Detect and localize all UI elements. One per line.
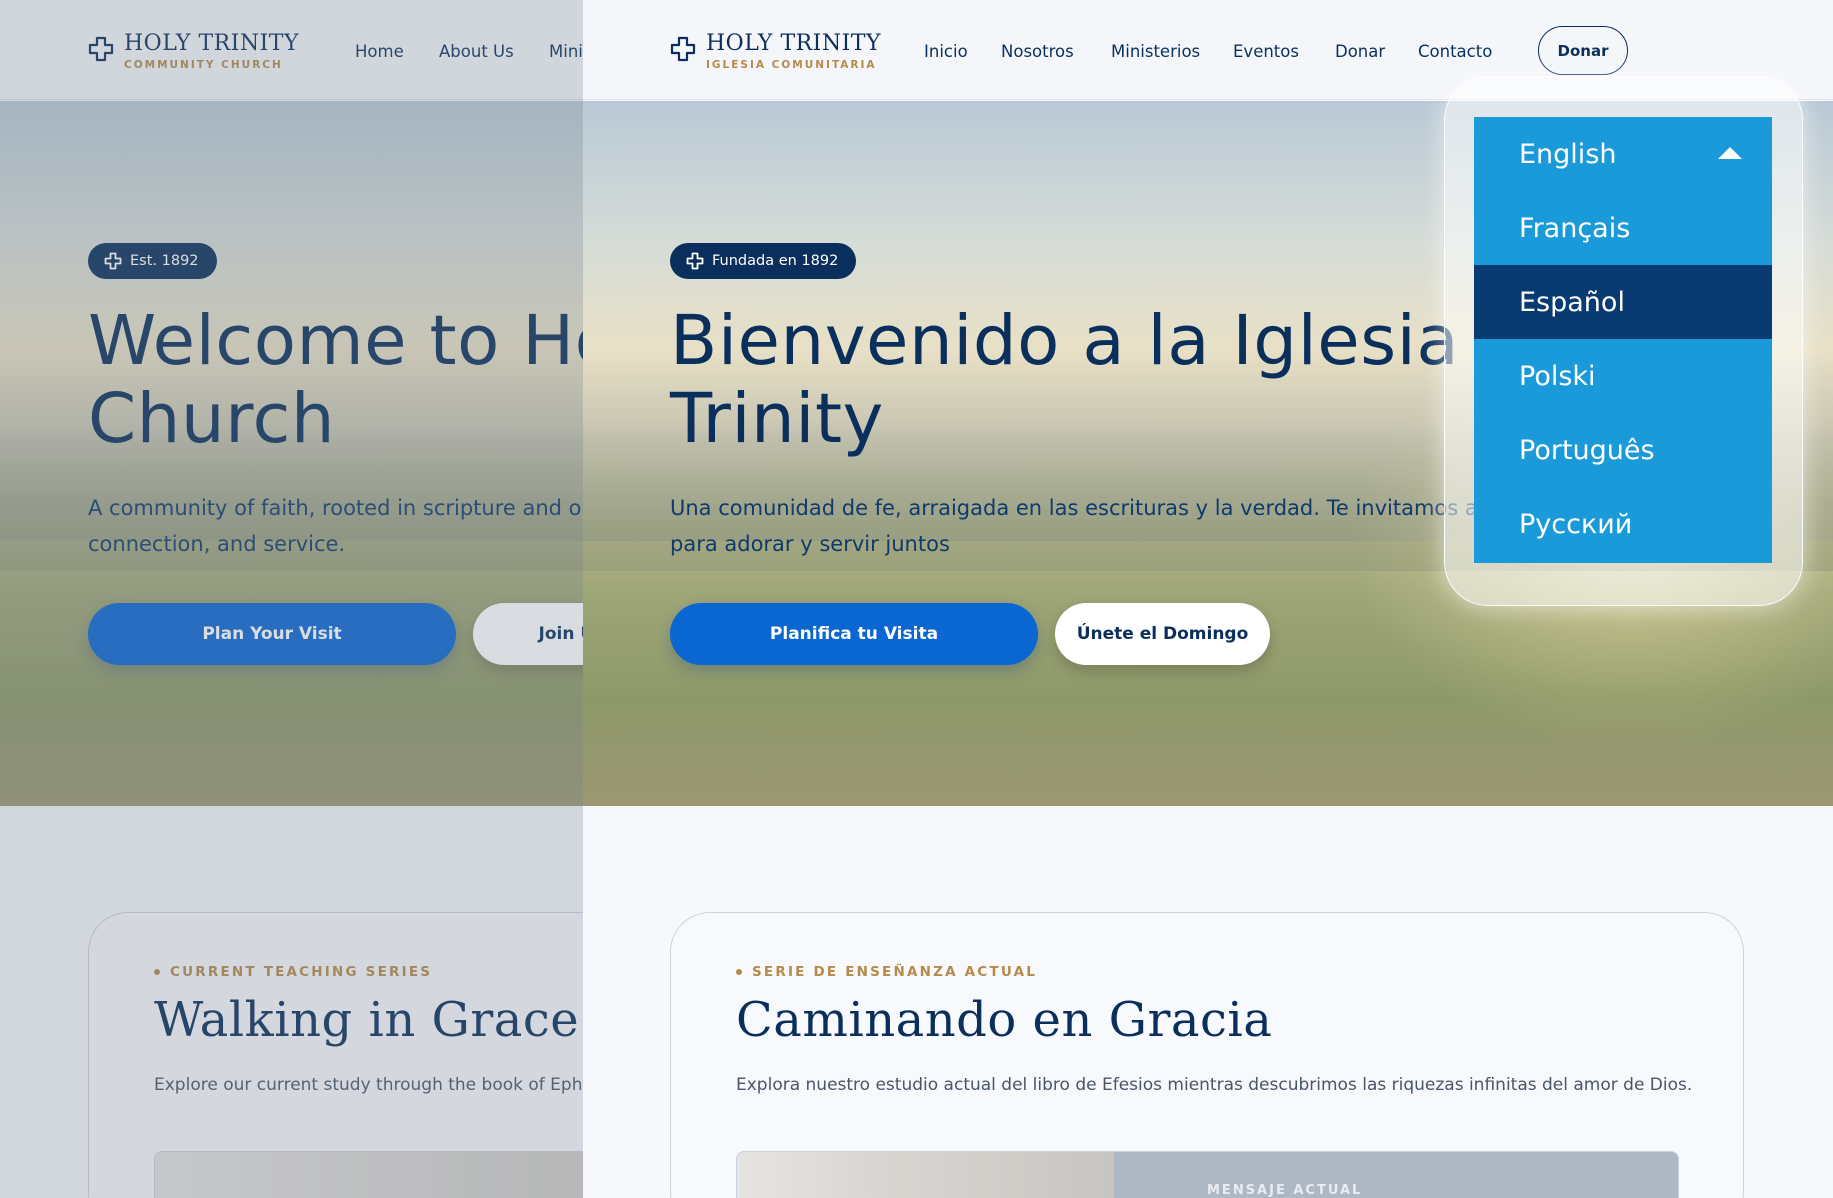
badge-text: Fundada en 1892 <box>712 253 839 269</box>
series-title: Walking in Grace <box>154 992 580 1048</box>
join-sunday-button[interactable]: Únete el Domingo <box>1055 603 1270 665</box>
hero-subtitle-line2: para adorar y servir juntos <box>670 532 950 556</box>
language-option-label: Polski <box>1519 360 1596 392</box>
donate-button[interactable]: Donar <box>1538 26 1628 75</box>
series-eyebrow: CURRENT TEACHING SERIES <box>154 964 432 980</box>
nav-eventos[interactable]: Eventos <box>1233 42 1299 61</box>
hero-title-line2: Trinity <box>670 379 884 459</box>
language-option-label: Español <box>1519 286 1625 318</box>
nav-nosotros[interactable]: Nosotros <box>1001 42 1074 61</box>
language-option-label: English <box>1519 138 1617 170</box>
logo-subtitle: COMMUNITY CHURCH <box>124 59 283 71</box>
cross-icon <box>670 36 696 62</box>
hero-subtitle: Una comunidad de fe, arraigada en las es… <box>670 490 1498 562</box>
hero-title-line1: Bienvenido a la Iglesia H <box>670 301 1534 381</box>
media-label: MENSAJE ACTUAL <box>1207 1183 1363 1198</box>
language-option-polish[interactable]: Polski <box>1474 339 1772 413</box>
logo-subtitle: IGLESIA COMUNITARIA <box>706 59 877 71</box>
language-option-russian[interactable]: Русский <box>1474 487 1772 561</box>
language-option-label: Français <box>1519 212 1631 244</box>
language-option-label: Русский <box>1519 508 1633 540</box>
series-eyebrow-text: CURRENT TEACHING SERIES <box>170 964 433 980</box>
nav-about-us[interactable]: About Us <box>439 42 514 61</box>
hero-title-line1: Welcome to Ho <box>88 301 583 381</box>
hero-title-line2: Church <box>88 379 336 459</box>
nav-contacto[interactable]: Contacto <box>1418 42 1492 61</box>
plan-visit-button[interactable]: Planifica tu Visita <box>670 603 1038 665</box>
hero-subtitle-line1: Una comunidad de fe, arraigada en las es… <box>670 496 1498 520</box>
english-page-panel: HOLY TRINITY COMMUNITY CHURCH Home About… <box>0 0 583 1198</box>
logo-title: HOLY TRINITY <box>706 31 882 56</box>
site-logo[interactable]: HOLY TRINITY COMMUNITY CHURCH <box>88 32 299 71</box>
nav-home[interactable]: Home <box>355 42 404 61</box>
nav-donar[interactable]: Donar <box>1335 42 1385 61</box>
logo-title: HOLY TRINITY <box>124 31 300 56</box>
nav-ministries[interactable]: Mini <box>549 42 583 61</box>
established-badge: Est. 1892 <box>88 243 217 279</box>
series-description: Explora nuestro estudio actual del libro… <box>736 1075 1693 1095</box>
hero-field <box>0 541 583 806</box>
cross-icon <box>686 252 704 270</box>
hero-subtitle-line2: connection, and service. <box>88 532 346 556</box>
hero-title: Welcome to Ho Church <box>88 302 583 458</box>
language-option-french[interactable]: Français <box>1474 191 1772 265</box>
eyebrow-dot <box>736 969 742 975</box>
hero-title: Bienvenido a la Iglesia H Trinity <box>670 302 1534 458</box>
series-media[interactable] <box>154 1151 583 1198</box>
caret-up-icon[interactable] <box>1718 147 1742 159</box>
hero-subtitle: A community of faith, rooted in scriptur… <box>88 490 583 562</box>
series-description: Explore our current study through the bo… <box>154 1075 583 1095</box>
language-option-spanish[interactable]: Español <box>1474 265 1772 339</box>
language-option-label: Português <box>1519 434 1655 466</box>
nav-inicio[interactable]: Inicio <box>924 42 968 61</box>
series-eyebrow: SERIE DE ENSEÑANZA ACTUAL <box>736 964 1037 980</box>
series-eyebrow-text: SERIE DE ENSEÑANZA ACTUAL <box>752 964 1038 980</box>
series-title: Caminando en Gracia <box>736 992 1273 1048</box>
join-sunday-button[interactable]: Join Us S <box>473 603 583 665</box>
language-option-english[interactable]: English <box>1474 117 1772 191</box>
cross-icon <box>104 252 122 270</box>
site-logo[interactable]: HOLY TRINITY IGLESIA COMUNITARIA <box>670 32 881 71</box>
badge-text: Est. 1892 <box>130 253 199 269</box>
site-header: HOLY TRINITY COMMUNITY CHURCH Home About… <box>0 0 583 100</box>
eyebrow-dot <box>154 969 160 975</box>
language-option-portuguese[interactable]: Português <box>1474 413 1772 487</box>
language-dropdown: English Français Español Polski Portuguê… <box>1474 117 1772 563</box>
plan-visit-button[interactable]: Plan Your Visit <box>88 603 456 665</box>
cross-icon <box>88 36 114 62</box>
nav-ministerios[interactable]: Ministerios <box>1111 42 1200 61</box>
hero-subtitle-line1: A community of faith, rooted in scriptur… <box>88 496 583 520</box>
established-badge: Fundada en 1892 <box>670 243 857 279</box>
